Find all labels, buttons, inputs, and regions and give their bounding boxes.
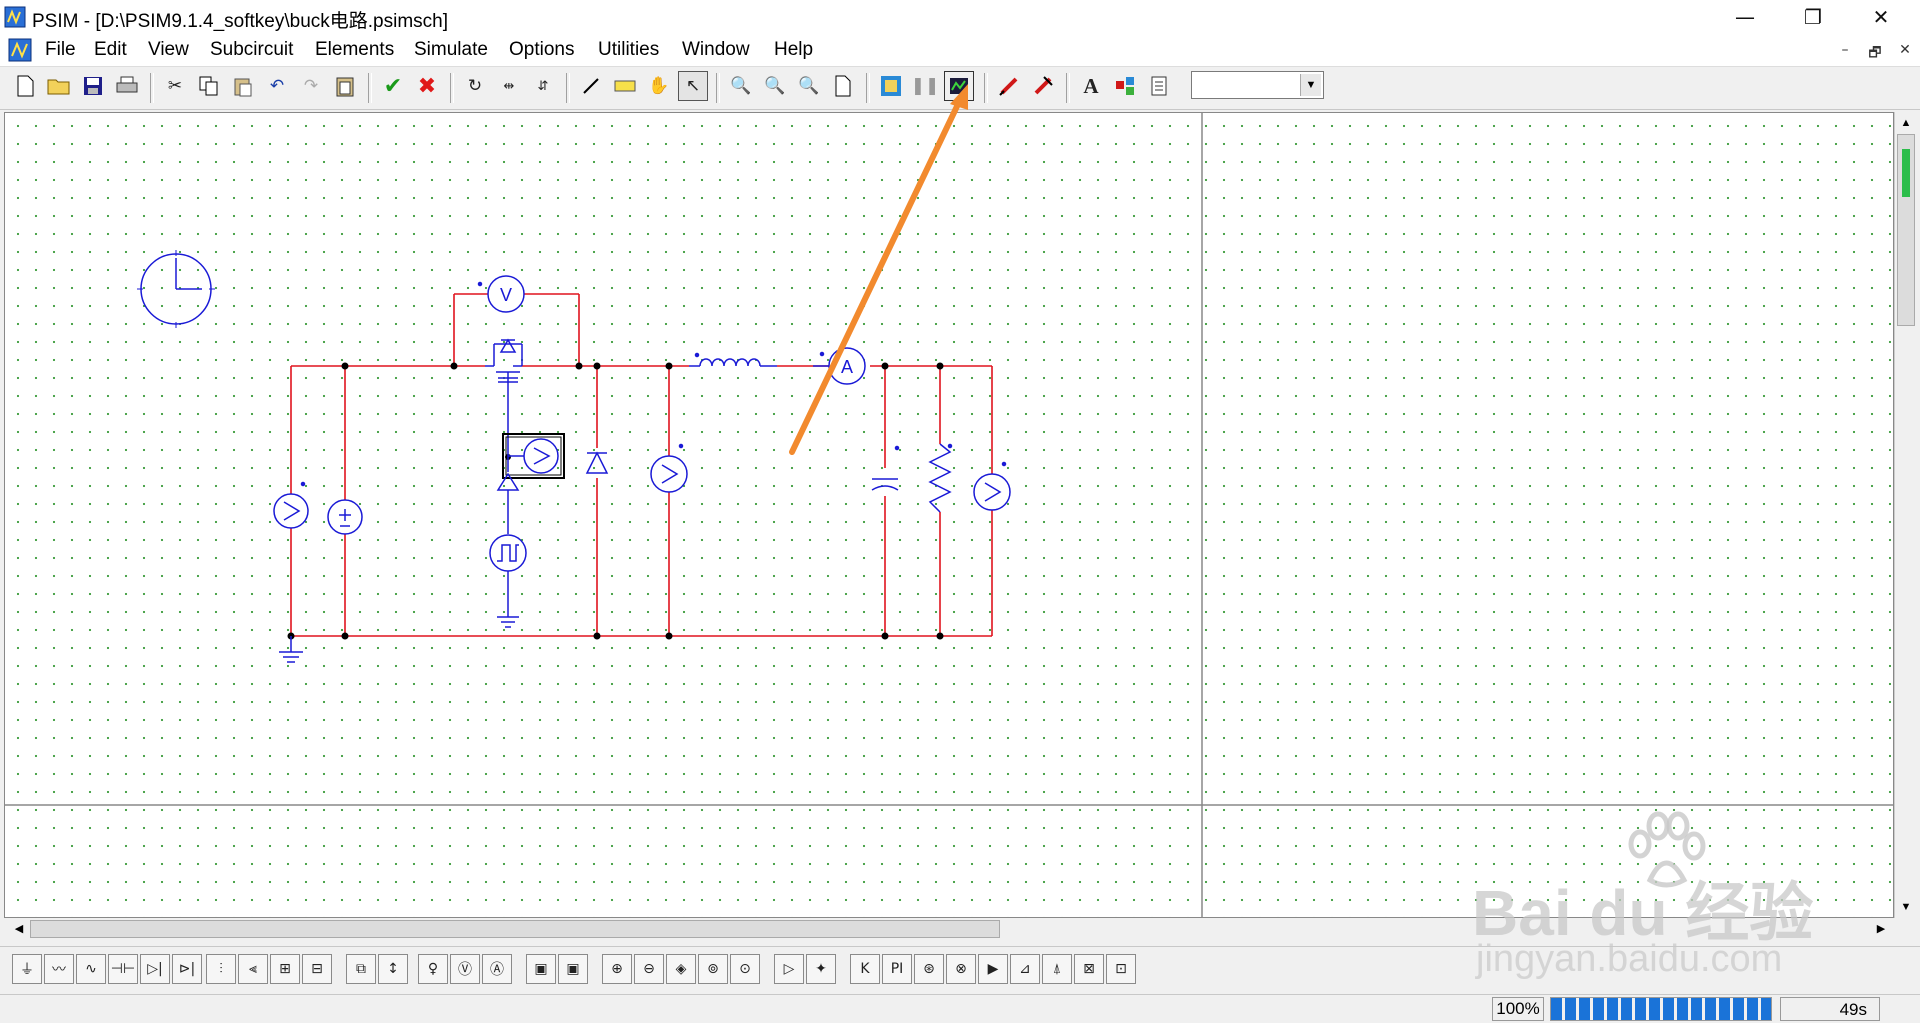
gate-sensor-selected-icon[interactable] [502, 433, 565, 479]
scroll-down-arrow-icon[interactable]: ▼ [1897, 898, 1915, 916]
transformer-element-icon[interactable]: ⧉ [346, 954, 376, 984]
square-wave-source-icon[interactable] [489, 534, 527, 628]
sine-source-element-icon[interactable]: ⊖ [634, 954, 664, 984]
ground-icon[interactable] [279, 636, 303, 663]
circuit-wires [290, 293, 993, 637]
limiter-element-icon[interactable]: ⊿ [1010, 954, 1040, 984]
simulation-time: 49s [1780, 997, 1880, 1021]
element-toolbar: ⏚ 〰 ∿ ⊣⊢ ▷| ⊳| ⫶ ⫷ ⊞ ⊟ ⧉ ↕ ♀ Ⓥ Ⓐ ▣ ▣ ⊕ ⊖… [0, 946, 1920, 991]
resistor-element-icon[interactable]: 〰 [44, 954, 74, 984]
ammeter-label: A [841, 357, 853, 377]
horizontal-scrollbar[interactable]: ◀ ▶ [8, 918, 1892, 940]
capacitor-element-icon[interactable]: ⊣⊢ [108, 954, 138, 984]
inductor-element-icon[interactable]: ∿ [76, 954, 106, 984]
status-bar: 100% 49s [0, 994, 1920, 1023]
igbt-element-icon[interactable]: ⫷ [238, 954, 268, 984]
gating-element-icon[interactable]: ✦ [806, 954, 836, 984]
scope-element-icon[interactable]: ▣ [526, 954, 556, 984]
simulation-control-clock-icon[interactable] [137, 250, 215, 328]
scroll-right-arrow-icon[interactable]: ▶ [1872, 920, 1890, 938]
horizontal-scroll-thumb[interactable] [30, 920, 1000, 938]
ground-element-icon[interactable]: ⏚ [12, 954, 42, 984]
schematic-drawing: V A [4, 84, 1894, 918]
pi-element-icon[interactable]: PI [882, 954, 912, 984]
vertical-scroll-thumb[interactable] [1897, 134, 1915, 326]
multiplier-element-icon[interactable]: ⊗ [946, 954, 976, 984]
annotation-arrow-icon [789, 84, 968, 455]
current-probe-element-icon[interactable]: Ⓐ [482, 954, 512, 984]
node-element-icon[interactable]: ⍋ [1042, 954, 1072, 984]
dc-voltage-element-icon[interactable]: ⊕ [602, 954, 632, 984]
probe-element-icon[interactable]: ♀ [418, 954, 448, 984]
thyristor-element-icon[interactable]: ⊳| [172, 954, 202, 984]
junction-dots [287, 362, 944, 640]
scope2-element-icon[interactable]: ▣ [558, 954, 588, 984]
on-off-controller-icon[interactable] [496, 472, 520, 534]
triangle-source-element-icon[interactable]: ◈ [666, 954, 696, 984]
diode-element-icon[interactable]: ▷| [140, 954, 170, 984]
simulation-progress-bar [1550, 997, 1772, 1021]
voltmeter-label: V [500, 285, 512, 305]
summer-element-icon[interactable]: ⊛ [914, 954, 944, 984]
resistor-icon[interactable] [928, 443, 953, 513]
k-gain-element-icon[interactable]: K [850, 954, 880, 984]
zoh-element-icon[interactable]: ⊠ [1074, 954, 1104, 984]
voltage-probe-element-icon[interactable]: Ⓥ [450, 954, 480, 984]
mosfet-element-icon[interactable]: ⫶ [206, 954, 236, 984]
comparator-element-icon[interactable]: ▷ [774, 954, 804, 984]
inductor-icon[interactable] [689, 352, 777, 367]
dc-source-element-icon[interactable]: ↕ [378, 954, 408, 984]
npn-element-icon[interactable]: ⊞ [270, 954, 300, 984]
vertical-scrollbar[interactable]: ▲ ▼ [1894, 112, 1917, 918]
square-source-element-icon[interactable]: ⊚ [698, 954, 728, 984]
dc-voltage-source-icon[interactable] [327, 499, 363, 535]
scroll-up-arrow-icon[interactable]: ▲ [1897, 114, 1915, 132]
switch-element-icon[interactable]: ⊟ [302, 954, 332, 984]
opamp-element-icon[interactable]: ▶ [978, 954, 1008, 984]
scroll-left-arrow-icon[interactable]: ◀ [10, 920, 28, 938]
delay-element-icon[interactable]: ⊡ [1106, 954, 1136, 984]
zoom-level: 100% [1492, 997, 1544, 1021]
diode-icon[interactable] [585, 451, 609, 474]
step-source-element-icon[interactable]: ⊙ [730, 954, 760, 984]
